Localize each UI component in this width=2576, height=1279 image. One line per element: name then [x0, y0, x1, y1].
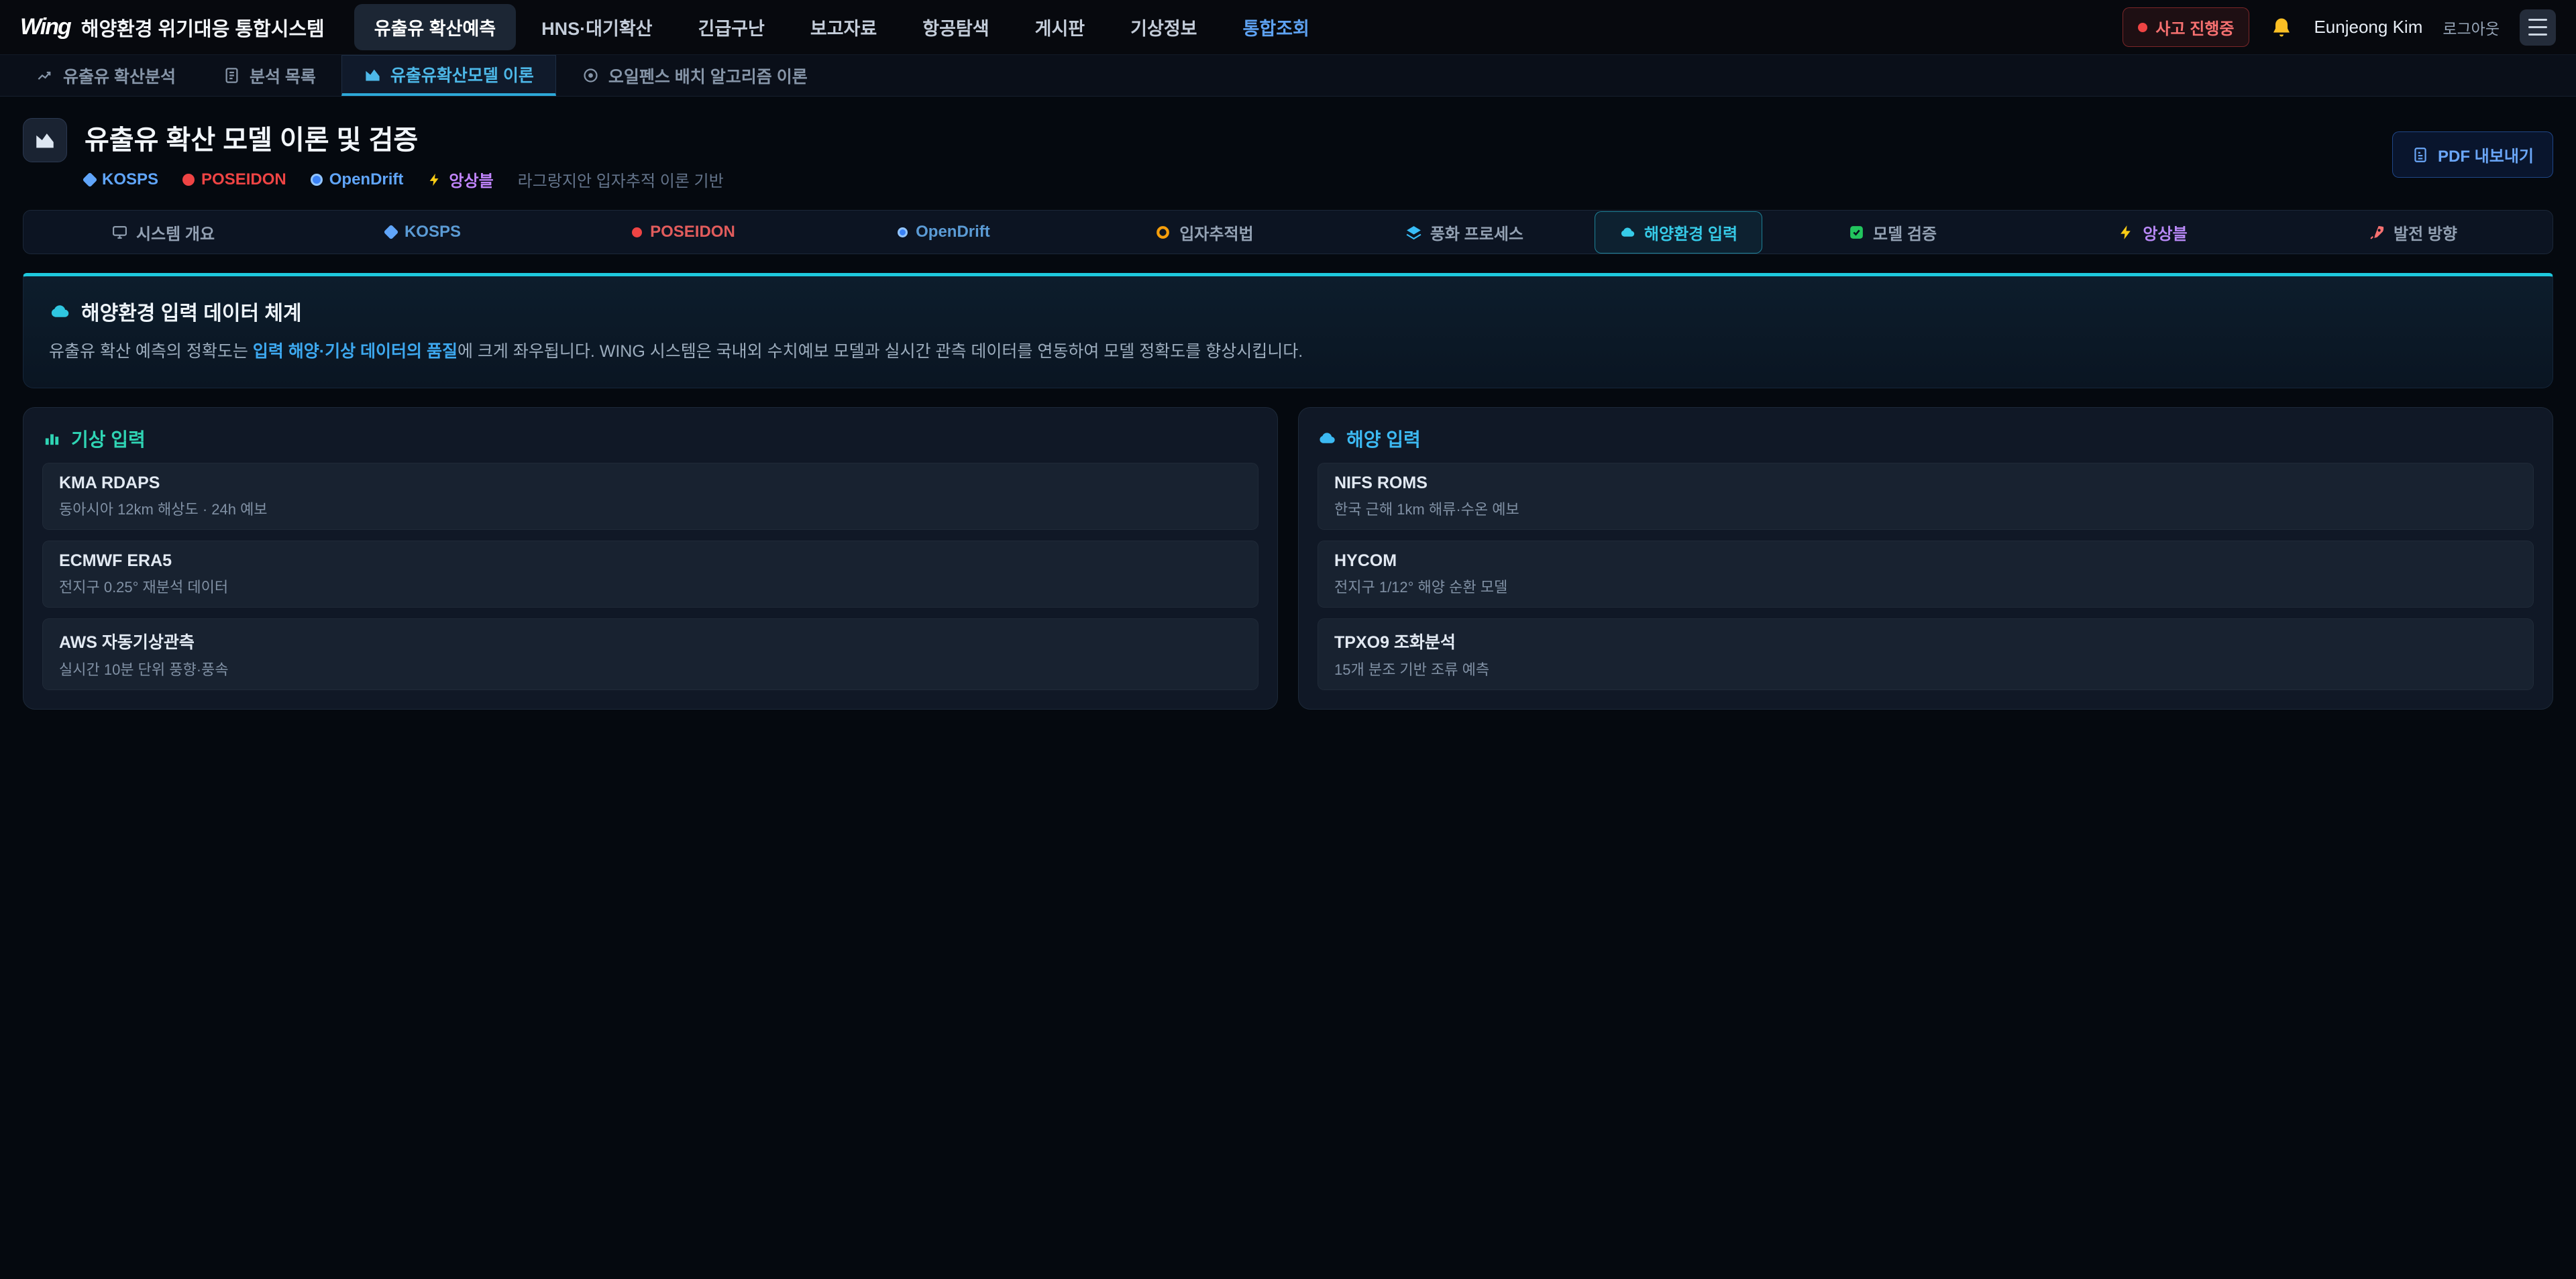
monitor-icon: [111, 224, 128, 241]
page-badges: KOSPS POSEIDON OpenDrift 앙상블 라그랑지안 입자추적 …: [85, 168, 724, 191]
source-desc: 동아시아 12km 해상도 · 24h 예보: [59, 498, 1242, 519]
orange-donut-icon: [1155, 224, 1171, 241]
cloud-icon: [1318, 429, 1337, 448]
weather-card-title: 기상 입력: [42, 425, 1258, 452]
section-nav-item-poseidon[interactable]: POSEIDON: [553, 223, 814, 241]
panel-description: 유출유 확산 예측의 정확도는 입력 해양·기상 데이터의 품질에 크게 좌우됩…: [49, 339, 2527, 365]
list-item[interactable]: ECMWF ERA5 전지구 0.25° 재분석 데이터: [42, 541, 1258, 608]
user-name: Eunjeong Kim: [2314, 17, 2422, 38]
nav-item-board[interactable]: 게시판: [1015, 4, 1106, 50]
section-nav-item-ensemble[interactable]: 앙상블: [2023, 221, 2283, 244]
source-desc: 전지구 0.25° 재분석 데이터: [59, 575, 1242, 597]
diamond-icon: [83, 172, 98, 187]
page-chart-icon: [23, 118, 67, 162]
rocket-icon: [2369, 224, 2385, 241]
page-header: 유출유 확산 모델 이론 및 검증 KOSPS POSEIDON OpenDri…: [0, 97, 2576, 207]
source-desc: 한국 근해 1km 해류·수온 예보: [1334, 498, 2517, 519]
layers-icon: [1405, 224, 1422, 241]
section-nav-item-future-direction[interactable]: 발전 방향: [2283, 221, 2543, 244]
cloud-icon: [1619, 224, 1636, 241]
badge-kosps: KOSPS: [85, 170, 158, 189]
source-name: TPXO9 조화분석: [1334, 629, 2517, 653]
trend-chart-icon: [36, 66, 54, 85]
ocean-card-title: 해양 입력: [1318, 425, 2534, 452]
section-nav-item-marine-input[interactable]: 해양환경 입력: [1595, 211, 1762, 254]
source-desc: 전지구 1/12° 해양 순환 모델: [1334, 575, 2517, 597]
pdf-export-button[interactable]: PDF 내보내기: [2392, 131, 2553, 178]
section-nav-item-opendrift[interactable]: OpenDrift: [814, 223, 1074, 241]
panel-title-row: 해양환경 입력 데이터 체계: [49, 296, 2527, 326]
page-subtitle: 라그랑지안 입자추적 이론 기반: [518, 168, 724, 191]
weather-input-card: 기상 입력 KMA RDAPS 동아시아 12km 해상도 · 24h 예보 E…: [23, 407, 1278, 710]
section-nav-item-weathering[interactable]: 풍화 프로세스: [1334, 221, 1595, 244]
section-nav-item-system-overview[interactable]: 시스템 개요: [33, 221, 293, 244]
section-nav: 시스템 개요 KOSPS POSEIDON OpenDrift 입자추적법 풍화…: [23, 210, 2553, 254]
sub-tab-bar: 유출유 확산분석 분석 목록 유출유확산모델 이론 오일펜스 배치 알고리즘 이…: [0, 55, 2576, 97]
nav-item-reports[interactable]: 보고자료: [790, 4, 897, 50]
status-dot-icon: [2138, 23, 2147, 32]
tab-oil-fence-algorithm[interactable]: 오일펜스 배치 알고리즘 이론: [560, 55, 829, 96]
area-chart-icon: [364, 66, 382, 84]
marine-input-panel: 해양환경 입력 데이터 체계 유출유 확산 예측의 정확도는 입력 해양·기상 …: [23, 273, 2553, 388]
pdf-file-icon: [2412, 146, 2429, 164]
red-dot-icon: [182, 174, 195, 186]
section-nav-item-kosps[interactable]: KOSPS: [293, 223, 553, 241]
nav-item-rescue[interactable]: 긴급구난: [678, 4, 785, 50]
incident-status-label: 사고 진행중: [2155, 15, 2234, 39]
brand[interactable]: Wing 해양환경 위기대응 통합시스템: [20, 13, 325, 42]
source-name: AWS 자동기상관측: [59, 629, 1242, 653]
bar-chart-icon: [42, 429, 62, 448]
source-name: HYCOM: [1334, 551, 2517, 571]
nav-item-integrated-search[interactable]: 통합조회: [1223, 4, 1330, 50]
tab-spill-analysis[interactable]: 유출유 확산분석: [15, 55, 197, 96]
badge-poseidon: POSEIDON: [182, 170, 286, 189]
check-square-icon: [1848, 224, 1865, 241]
input-cards: 기상 입력 KMA RDAPS 동아시아 12km 해상도 · 24h 예보 E…: [23, 407, 2553, 710]
main-nav: 유출유 확산예측 HNS·대기확산 긴급구난 보고자료 항공탐색 게시판 기상정…: [354, 4, 1330, 50]
tab-model-theory[interactable]: 유출유확산모델 이론: [341, 55, 556, 96]
blue-globe-icon: [898, 227, 908, 237]
diamond-icon: [384, 225, 399, 240]
source-desc: 15개 분조 기반 조류 예측: [1334, 658, 2517, 679]
badge-ensemble: 앙상블: [427, 168, 493, 191]
source-name: ECMWF ERA5: [59, 551, 1242, 571]
blue-globe-icon: [311, 174, 323, 186]
badge-opendrift: OpenDrift: [311, 170, 404, 189]
list-item[interactable]: AWS 자동기상관측 실시간 10분 단위 풍향·풍속: [42, 618, 1258, 690]
incident-status-badge[interactable]: 사고 진행중: [2123, 7, 2249, 47]
app-title: 해양환경 위기대응 통합시스템: [81, 13, 325, 42]
nav-item-oil-spill-forecast[interactable]: 유출유 확산예측: [354, 4, 516, 50]
source-name: NIFS ROMS: [1334, 474, 2517, 493]
nav-item-weather-info[interactable]: 기상정보: [1110, 4, 1217, 50]
ocean-input-card: 해양 입력 NIFS ROMS 한국 근해 1km 해류·수온 예보 HYCOM…: [1298, 407, 2553, 710]
top-nav: Wing 해양환경 위기대응 통합시스템 유출유 확산예측 HNS·대기확산 긴…: [0, 0, 2576, 55]
section-nav-item-model-validation[interactable]: 모델 검증: [1762, 221, 2023, 244]
nav-item-air-search[interactable]: 항공탐색: [902, 4, 1009, 50]
page-title: 유출유 확산 모델 이론 및 검증: [85, 118, 724, 157]
hamburger-menu-icon[interactable]: [2520, 9, 2556, 46]
panel-title: 해양환경 입력 데이터 체계: [81, 296, 302, 326]
nav-item-hns[interactable]: HNS·대기확산: [521, 4, 672, 50]
source-name: KMA RDAPS: [59, 474, 1242, 493]
red-dot-icon: [632, 227, 642, 237]
document-icon: [223, 66, 241, 85]
logout-button[interactable]: 로그아웃: [2443, 16, 2500, 39]
section-nav-item-particle-tracking[interactable]: 입자추적법: [1074, 221, 1334, 244]
target-circle-icon: [582, 66, 600, 85]
list-item[interactable]: KMA RDAPS 동아시아 12km 해상도 · 24h 예보: [42, 463, 1258, 530]
list-item[interactable]: HYCOM 전지구 1/12° 해양 순환 모델: [1318, 541, 2534, 608]
highlight-text: 입력 해양·기상 데이터의 품질: [253, 342, 458, 361]
cloud-icon: [49, 300, 71, 323]
list-item[interactable]: NIFS ROMS 한국 근해 1km 해류·수온 예보: [1318, 463, 2534, 530]
topnav-right: 사고 진행중 Eunjeong Kim 로그아웃: [2123, 7, 2556, 47]
source-desc: 실시간 10분 단위 풍향·풍속: [59, 658, 1242, 679]
brand-logo: Wing: [20, 14, 70, 40]
lightning-icon: [427, 172, 442, 187]
list-item[interactable]: TPXO9 조화분석 15개 분조 기반 조류 예측: [1318, 618, 2534, 690]
lightning-icon: [2118, 224, 2135, 241]
bell-icon[interactable]: [2269, 15, 2294, 40]
page-header-main: 유출유 확산 모델 이론 및 검증 KOSPS POSEIDON OpenDri…: [85, 118, 724, 191]
tab-analysis-list[interactable]: 분석 목록: [201, 55, 337, 96]
